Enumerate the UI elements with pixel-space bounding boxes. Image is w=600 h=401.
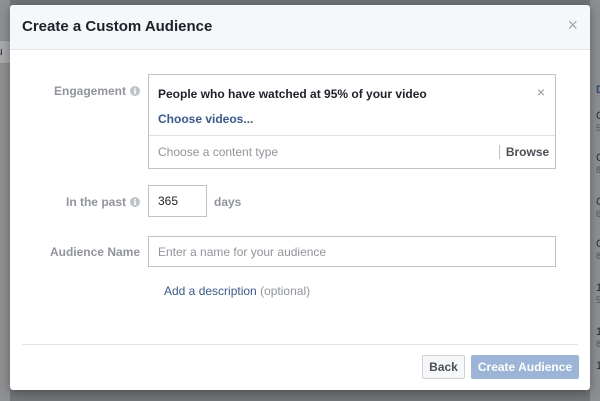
background-list-text: 1 bbox=[596, 326, 600, 338]
remove-rule-icon[interactable]: × bbox=[537, 84, 545, 100]
dialog-title: Create a Custom Audience bbox=[22, 18, 213, 35]
background-list-text: 8 bbox=[596, 165, 600, 175]
info-icon[interactable]: i bbox=[130, 197, 140, 207]
choose-videos-link[interactable]: Choose videos... bbox=[158, 112, 253, 126]
custom-audience-dialog: Create a Custom Audience × Engagement i P… bbox=[10, 5, 590, 390]
audience-name-label: Audience Name bbox=[10, 245, 140, 259]
background-list-text: C bbox=[596, 238, 600, 250]
audience-name-input[interactable] bbox=[148, 236, 556, 267]
background-list-text: D bbox=[596, 84, 600, 96]
content-type-input[interactable] bbox=[149, 136, 499, 168]
audience-name-label-text: Audience Name bbox=[49, 245, 140, 259]
footer-divider bbox=[22, 344, 578, 345]
background-list-text: C bbox=[596, 196, 600, 208]
add-description-link[interactable]: Add a description bbox=[164, 284, 257, 298]
create-audience-button[interactable]: Create Audience bbox=[471, 355, 579, 379]
engagement-rule-text: People who have watched at 95% of your v… bbox=[158, 87, 427, 101]
engagement-label-text: Engagement bbox=[53, 84, 126, 98]
background-left-panel: olu bbox=[0, 0, 10, 401]
close-icon[interactable]: × bbox=[567, 16, 578, 34]
background-list-text: 8 bbox=[596, 251, 600, 261]
background-tab: olu bbox=[0, 40, 10, 64]
background-list-text: 1 bbox=[596, 360, 600, 372]
background-tab-label: olu bbox=[0, 46, 3, 58]
background-list-text: C bbox=[596, 152, 600, 164]
background-right-panel: DC5C8C6C815181 bbox=[590, 0, 600, 401]
background-list-text: 6 bbox=[596, 209, 600, 219]
engagement-box: People who have watched at 95% of your v… bbox=[148, 74, 556, 169]
info-icon[interactable]: i bbox=[130, 86, 140, 96]
browse-button[interactable]: Browse bbox=[500, 136, 555, 168]
in-the-past-label-text: In the past bbox=[65, 195, 126, 209]
background-list-text: 1 bbox=[596, 282, 600, 294]
background-list-text: C bbox=[596, 110, 600, 122]
days-input[interactable] bbox=[148, 185, 207, 217]
engagement-label: Engagement i bbox=[10, 84, 140, 98]
background-list-text: 5 bbox=[596, 123, 600, 133]
add-description-row: Add a description (optional) bbox=[164, 284, 310, 298]
back-button[interactable]: Back bbox=[422, 355, 465, 379]
dialog-header: Create a Custom Audience × bbox=[10, 5, 590, 50]
background-list-text: 5 bbox=[596, 295, 600, 305]
optional-note: (optional) bbox=[260, 284, 311, 298]
in-the-past-label: In the past i bbox=[10, 195, 140, 209]
engagement-rule: People who have watched at 95% of your v… bbox=[149, 75, 555, 136]
background-list-text: 8 bbox=[596, 339, 600, 349]
days-unit-label: days bbox=[214, 195, 242, 209]
